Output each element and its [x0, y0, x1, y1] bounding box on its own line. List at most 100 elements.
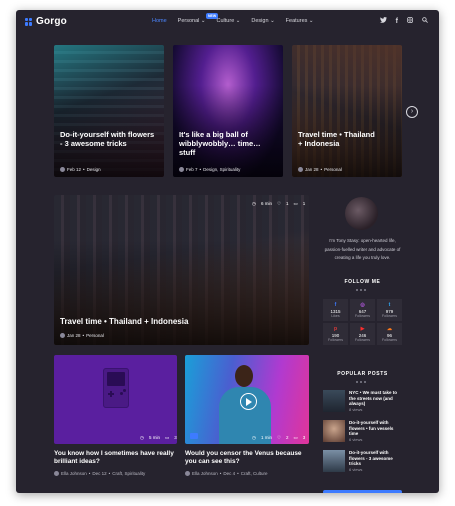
grid-post-image-2[interactable]: ◷ 1 min ♡ 2 ▭ 3 — [185, 355, 309, 444]
nav-design[interactable]: Design ⌄ — [251, 18, 274, 24]
meta-separator: • — [320, 167, 323, 172]
post-author[interactable]: Ella Johnson — [61, 471, 87, 476]
post-author[interactable]: Ella Johnson — [192, 471, 218, 476]
popular-post-views: 6 views — [349, 467, 363, 472]
nav-culture[interactable]: Culture ⌄ — [217, 18, 241, 24]
site-logo[interactable]: Gorgo — [25, 16, 67, 27]
twitter-icon[interactable] — [379, 17, 387, 25]
post-category[interactable]: Craft, Culture — [241, 471, 268, 476]
author-avatar — [60, 333, 65, 338]
popular-post-title[interactable]: Do-it-yourself with flowers • fun vessel… — [349, 420, 402, 437]
post-category[interactable]: Design, Spirituality — [203, 167, 240, 172]
grid-post-title[interactable]: Would you censor the Venus because you c… — [185, 450, 309, 466]
meta-separator: • — [219, 471, 222, 476]
popular-post-item[interactable]: NYC • We must take to the streets now (a… — [323, 390, 402, 414]
nav-features[interactable]: Features ⌄ — [286, 18, 314, 24]
featured-post-card-1[interactable]: Do-it-yourself with flowers - 3 awesome … — [54, 45, 164, 177]
post-stats: ◷ 1 min ♡ 2 ▭ 3 — [252, 435, 305, 441]
social-pinterest[interactable]: p 190 Followers — [323, 323, 348, 345]
clock-icon: ◷ — [140, 435, 144, 440]
main-post-card[interactable]: ◷ 6 min ♡ 1 ▭ 1 Travel time • Thailand + In… — [54, 195, 309, 345]
soundcloud-icon: ☁ — [387, 326, 392, 332]
meta-separator: • — [88, 471, 91, 476]
sidebar-cta-button[interactable] — [323, 490, 402, 493]
featured-post-title[interactable]: Do-it-yourself with flowers - 3 awesome … — [60, 130, 155, 148]
gameboy-illustration — [103, 368, 129, 408]
comment-icon[interactable]: ▭ — [165, 435, 169, 441]
comment-icon[interactable]: ▭ — [294, 201, 298, 207]
post-category[interactable]: Design — [87, 167, 101, 172]
nav-culture-label: Culture — [216, 18, 235, 24]
popular-post-title[interactable]: Do-it-yourself with flowers - 3 awesome … — [349, 450, 402, 467]
popular-post-item[interactable]: Do-it-yourself with flowers • fun vessel… — [323, 420, 402, 444]
social-facebook[interactable]: f 1315 Likes — [323, 299, 348, 321]
instagram-icon[interactable] — [407, 17, 413, 25]
read-time: 1 min — [260, 435, 272, 440]
search-icon[interactable] — [422, 17, 428, 25]
social-follow-grid: f 1315 Likes ◎ 647 Followers t 979 Follo… — [323, 299, 402, 345]
social-unit: Followers — [355, 338, 370, 342]
featured-post-card-3[interactable]: Travel time • Thailand + Indonesia Jan 2… — [292, 45, 402, 177]
meta-separator: • — [83, 167, 85, 172]
twitter-icon: t — [388, 302, 391, 308]
social-twitter[interactable]: t 979 Followers — [377, 299, 402, 321]
featured-post-meta: Feb 7 • Design, Spirituality — [179, 167, 240, 172]
popular-post-thumbnail — [323, 390, 345, 412]
top-navigation-bar: Gorgo Home Personal ⌄ Culture ⌄ Design ⌄… — [16, 10, 439, 34]
nav-personal[interactable]: Personal ⌄ — [178, 18, 206, 24]
read-time: 6 min — [260, 201, 272, 206]
comment-icon[interactable]: ▭ — [294, 435, 298, 441]
youtube-icon: ▶ — [360, 326, 365, 332]
featured-post-title[interactable]: Travel time • Thailand + Indonesia — [298, 130, 378, 148]
social-soundcloud[interactable]: ☁ 96 Followers — [377, 323, 402, 345]
featured-post-card-2[interactable]: It's like a big ball of wibblywobbly… ti… — [173, 45, 283, 177]
comment-count: 3 — [302, 435, 306, 440]
gameboy-button — [120, 392, 123, 395]
clock-icon: ◷ — [252, 435, 256, 440]
social-youtube[interactable]: ▶ 246 Followers — [350, 323, 375, 345]
card-gradient-overlay — [54, 240, 309, 345]
main-post-meta: Jan 28 • Personal — [60, 333, 104, 338]
play-video-icon[interactable] — [240, 393, 257, 410]
social-unit: Followers — [328, 338, 343, 342]
like-count: 1 — [286, 201, 289, 206]
post-category[interactable]: Personal — [86, 333, 104, 338]
facebook-icon[interactable]: f — [396, 18, 398, 25]
heart-icon[interactable]: ♡ — [277, 435, 281, 441]
post-stats: ◷ 6 min ♡ 1 ▭ 1 — [252, 201, 305, 207]
featured-post-title[interactable]: It's like a big ball of wibblywobbly… ti… — [179, 130, 274, 157]
post-date: Feb 7 — [186, 167, 198, 172]
author-avatar — [298, 167, 303, 172]
author-profile-avatar — [345, 197, 378, 230]
grid-post-meta: Ella Johnson • Dec 12 • Craft, Spiritualit… — [54, 471, 145, 476]
person-illustration-head — [235, 365, 253, 387]
gameboy-screen — [107, 372, 125, 386]
grid-post-image-1[interactable]: ◷ 5 min ▭ 3 — [54, 355, 177, 444]
post-date: Dec 12 — [92, 471, 107, 476]
nav-home[interactable]: Home — [152, 18, 167, 24]
post-date: Jan 28 — [67, 333, 81, 338]
gameboy-button — [123, 389, 126, 392]
post-category[interactable]: Craft, Spirituality — [112, 471, 145, 476]
author-avatar — [54, 471, 59, 476]
follow-me-heading: FOLLOW ME — [344, 279, 381, 285]
author-avatar — [179, 167, 184, 172]
clock-icon: ◷ — [252, 201, 256, 206]
meta-separator: • — [82, 333, 85, 338]
nav-design-label: Design — [251, 18, 269, 24]
main-post-title[interactable]: Travel time • Thailand + Indonesia — [60, 317, 260, 326]
gameboy-dpad — [110, 391, 112, 397]
heart-icon[interactable]: ♡ — [277, 201, 281, 207]
grid-post-title[interactable]: You know how I sometimes have really bri… — [54, 450, 177, 466]
popular-post-title[interactable]: NYC • We must take to the streets now (a… — [349, 390, 402, 407]
post-date: Jan 28 — [305, 167, 319, 172]
slider-next-arrow-icon[interactable]: › — [406, 106, 418, 118]
read-time: 5 min — [148, 435, 160, 440]
popular-post-thumbnail — [323, 420, 345, 442]
social-instagram[interactable]: ◎ 647 Followers — [350, 299, 375, 321]
popular-post-views: 8 views — [349, 407, 363, 412]
popular-post-item[interactable]: Do-it-yourself with flowers - 3 awesome … — [323, 450, 402, 474]
page-frame: Gorgo Home Personal ⌄ Culture ⌄ Design ⌄… — [16, 10, 439, 493]
popular-post-thumbnail — [323, 450, 345, 472]
post-category[interactable]: Personal — [324, 167, 342, 172]
